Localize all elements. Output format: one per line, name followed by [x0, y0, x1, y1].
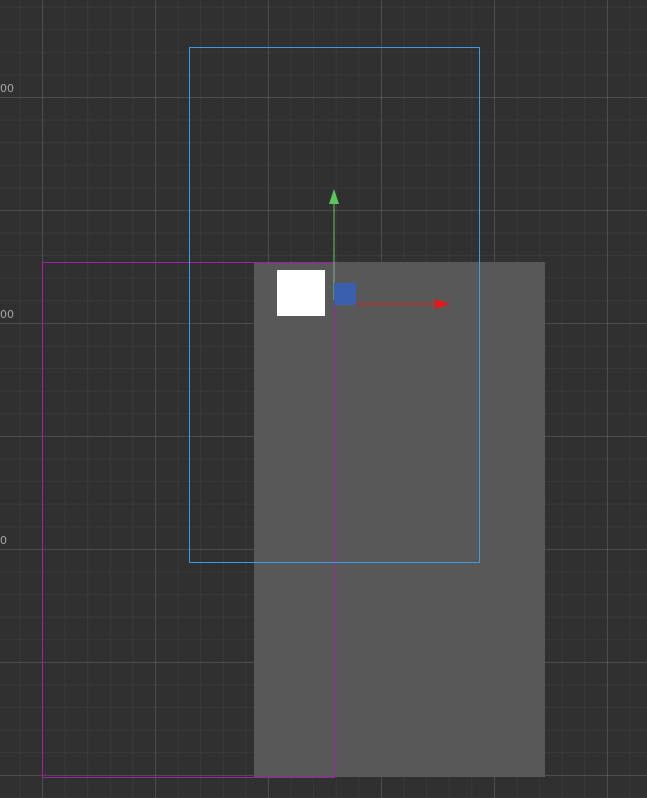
ruler-label-2: 00: [0, 308, 14, 321]
ruler-label-3: 0: [0, 534, 7, 547]
scene-viewport[interactable]: 00 00 0: [0, 0, 647, 798]
camera-bounds: [189, 47, 480, 563]
ruler-label-1: 00: [0, 82, 14, 95]
white-sprite[interactable]: [277, 270, 325, 316]
